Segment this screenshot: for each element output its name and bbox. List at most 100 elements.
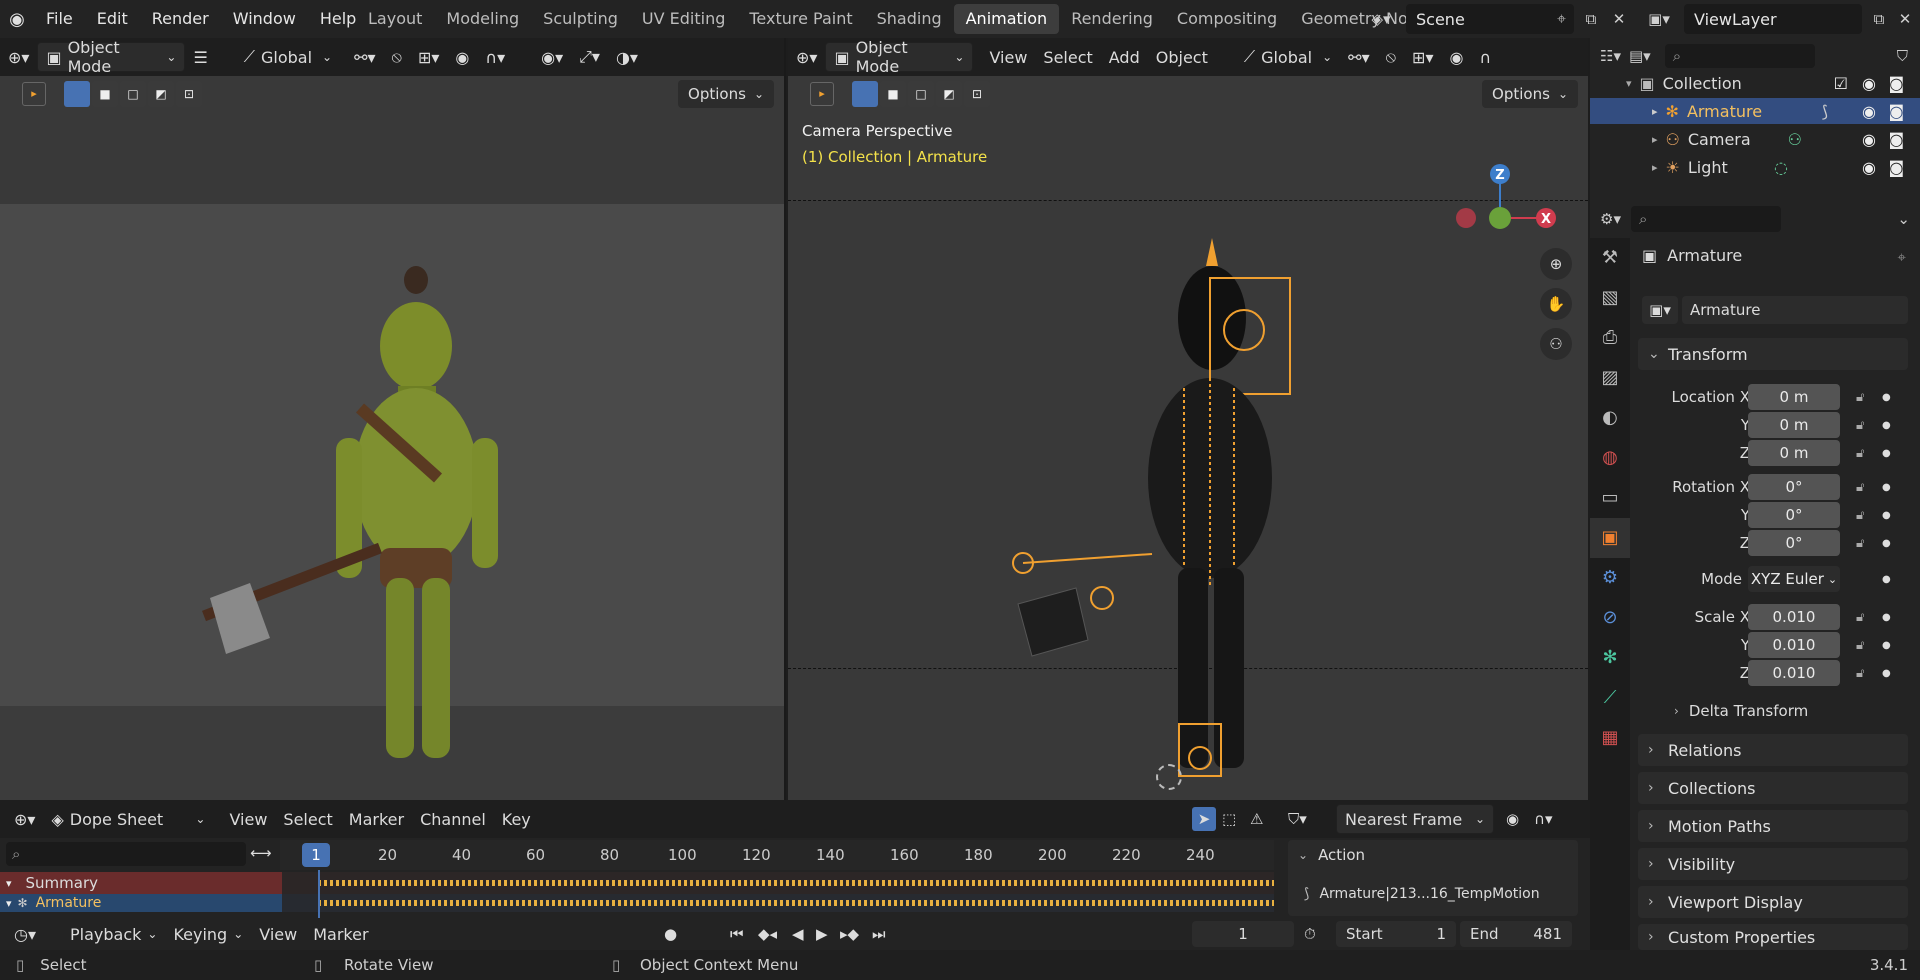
current-frame-field[interactable]: 1 — [1192, 921, 1294, 947]
outliner-camera-row[interactable]: ▸ ⚇ Camera ⚇ ◉ ◙ — [1590, 126, 1920, 152]
keyframe-dot-icon[interactable]: ● — [1882, 482, 1891, 493]
location-x-field[interactable]: 0 m — [1748, 384, 1840, 410]
expand-icon[interactable]: ▸ — [1652, 161, 1658, 174]
delete-viewlayer-icon[interactable]: ✕ — [1890, 4, 1920, 34]
viewlayer-field[interactable]: ViewLayer — [1684, 4, 1862, 34]
mode-set-icon[interactable] — [852, 81, 878, 107]
eye-icon[interactable]: ◉ — [1862, 130, 1876, 149]
mode-set-icon[interactable] — [64, 81, 90, 107]
snap-mode-dropdown[interactable]: Nearest Frame ⌄ — [1336, 804, 1494, 834]
armature-channel[interactable]: ▾ ✻ Armature — [0, 894, 282, 912]
menu-channel[interactable]: Channel — [412, 804, 494, 834]
object-tab-icon[interactable]: ▣ — [1590, 518, 1630, 558]
mode-invert-icon[interactable]: ◩ — [148, 81, 174, 107]
blender-logo-icon[interactable]: ◉ — [0, 0, 34, 38]
left-viewport[interactable]: ⊕▾ ▣ Object Mode ⌄ ☰ ⟋ Global ⌄ ⚯▾ ⦸ ⊞▾ ◉ ∩▾… — [0, 38, 786, 800]
render-tab-icon[interactable]: ▧ — [1590, 278, 1630, 318]
camera-render-icon[interactable]: ◙ — [1888, 158, 1904, 177]
mode-subtract-icon[interactable]: □ — [908, 81, 934, 107]
prev-keyframe-icon[interactable]: ◆◂ — [758, 925, 777, 943]
tab-uv-editing[interactable]: UV Editing — [630, 4, 737, 34]
action-name-field[interactable]: ⟆ Armature|213...16_TempMotion — [1304, 886, 1540, 902]
keyframe-dot-icon[interactable]: ● — [1882, 392, 1891, 403]
gizmo-icon[interactable]: ⤢▾ — [571, 42, 608, 72]
mode-extend-icon[interactable]: ■ — [880, 81, 906, 107]
navigation-gizmo[interactable]: Z X — [1448, 118, 1578, 238]
location-y-field[interactable]: 0 m — [1748, 412, 1840, 438]
editor-type-icon[interactable]: ◷▾ — [6, 919, 44, 949]
lock-icon[interactable]: 🔓︎ — [1856, 638, 1864, 653]
camera-data-icon[interactable]: ⚇ — [1788, 130, 1802, 149]
editor-type-icon[interactable]: ⚙▾ — [1600, 210, 1621, 228]
lock-icon[interactable]: 🔓︎ — [1856, 508, 1864, 523]
orientation-dropdown[interactable]: ⟋ Global ⌄ — [236, 42, 340, 72]
armature-data-icon[interactable]: ⟆ — [1822, 102, 1828, 121]
motion-paths-panel-header[interactable]: › Motion Paths — [1638, 810, 1908, 842]
proportional-edit-icon[interactable]: ◉ — [447, 42, 477, 72]
pivot-icon[interactable]: ⚯▾ — [346, 42, 383, 72]
menu-object[interactable]: Object — [1148, 42, 1216, 72]
playhead[interactable] — [318, 870, 320, 918]
scene-browse-icon[interactable]: ◈▾ — [1366, 4, 1396, 34]
eye-icon[interactable]: ◉ — [1862, 74, 1876, 93]
hamburger-icon[interactable]: ☰ — [185, 42, 215, 72]
lock-icon[interactable]: 🔓︎ — [1856, 390, 1864, 405]
texture-tab-icon[interactable]: ▦ — [1590, 718, 1630, 758]
proportional-edit-icon[interactable]: ◉ — [1441, 42, 1471, 72]
outliner-light-row[interactable]: ▸ ☀ Light ◌ ◉ ◙ — [1590, 154, 1920, 180]
falloff-icon[interactable]: ∩▾ — [1534, 810, 1553, 828]
summary-keyframe-track[interactable] — [282, 872, 1274, 894]
object-mode-dropdown[interactable]: ▣ Object Mode ⌄ — [825, 38, 974, 76]
keyframe-dot-icon[interactable]: ● — [1882, 448, 1891, 459]
end-frame-field[interactable]: End 481 — [1460, 921, 1572, 947]
snap-icon[interactable]: ⦸ — [1378, 42, 1404, 72]
sync-icon[interactable]: ⟷ — [250, 844, 272, 862]
tab-modeling[interactable]: Modeling — [434, 4, 531, 34]
keying-menu[interactable]: Keying ⌄ — [165, 919, 251, 949]
camera-render-icon[interactable]: ◙ — [1888, 102, 1904, 121]
camera-render-icon[interactable]: ◙ — [1888, 74, 1904, 93]
pivot-icon[interactable]: ⚯▾ — [1340, 42, 1377, 72]
channel-search-input[interactable]: ⌕ — [6, 842, 246, 866]
select-tool-icon[interactable]: ▸ — [22, 82, 46, 106]
current-frame-indicator[interactable]: 1 — [302, 843, 330, 867]
rotation-y-field[interactable]: 0° — [1748, 502, 1840, 528]
expand-icon[interactable]: ▸ — [1652, 105, 1658, 118]
modifiers-tab-icon[interactable]: ⚙ — [1590, 558, 1630, 598]
record-icon[interactable]: ● — [664, 925, 677, 943]
relations-panel-header[interactable]: › Relations — [1638, 734, 1908, 766]
lock-icon[interactable]: 🔓︎ — [1856, 418, 1864, 433]
armature-keyframe-track[interactable] — [282, 894, 1274, 912]
snap-icon[interactable]: ⦸ — [384, 42, 410, 72]
eye-icon[interactable]: ◉ — [1862, 102, 1876, 121]
collections-panel-header[interactable]: › Collections — [1638, 772, 1908, 804]
lock-icon[interactable]: 🔓︎ — [1856, 480, 1864, 495]
lock-icon[interactable]: 🔓︎ — [1856, 446, 1864, 461]
chevron-down-icon[interactable]: ⌄ — [1897, 210, 1910, 228]
left-options-button[interactable]: Options ⌄ — [678, 80, 774, 108]
editor-type-icon[interactable]: ⊕▾ — [788, 42, 825, 72]
lock-icon[interactable]: 🔓︎ — [1856, 610, 1864, 625]
object-mode-dropdown[interactable]: ▣ Object Mode ⌄ — [37, 38, 186, 76]
delete-scene-icon[interactable]: ✕ — [1604, 4, 1634, 34]
proportional-edit-icon[interactable]: ◉ — [1506, 810, 1519, 828]
checkbox-icon[interactable]: ☑ — [1834, 74, 1848, 93]
menu-select[interactable]: Select — [275, 804, 340, 834]
view-layer-tab-icon[interactable]: ▨ — [1590, 358, 1630, 398]
play-reverse-icon[interactable]: ◀ — [792, 925, 804, 943]
armature-data-tab-icon[interactable]: ⟋ — [1590, 678, 1630, 718]
menu-marker[interactable]: Marker — [305, 919, 376, 949]
zoom-icon[interactable]: ⊕ — [1540, 248, 1572, 280]
tool-tab-icon[interactable]: ⚒ — [1590, 238, 1630, 278]
summary-channel[interactable]: ▾ Summary — [0, 872, 282, 894]
location-z-field[interactable]: 0 m — [1748, 440, 1840, 466]
playback-menu[interactable]: Playback ⌄ — [62, 919, 165, 949]
constraints-tab-icon[interactable]: ⊘ — [1590, 598, 1630, 638]
keyframe-dot-icon[interactable]: ● — [1882, 538, 1891, 549]
rotation-mode-dropdown[interactable]: XYZ Euler ⌄ — [1748, 566, 1840, 592]
menu-add[interactable]: Add — [1101, 42, 1148, 72]
pin-icon[interactable]: ⌖ — [1557, 9, 1566, 29]
menu-file[interactable]: File — [34, 0, 85, 38]
right-viewport[interactable]: ⊕▾ ▣ Object Mode ⌄ View Select Add Object … — [788, 38, 1588, 800]
errors-icon[interactable]: ⚠ — [1250, 810, 1263, 828]
